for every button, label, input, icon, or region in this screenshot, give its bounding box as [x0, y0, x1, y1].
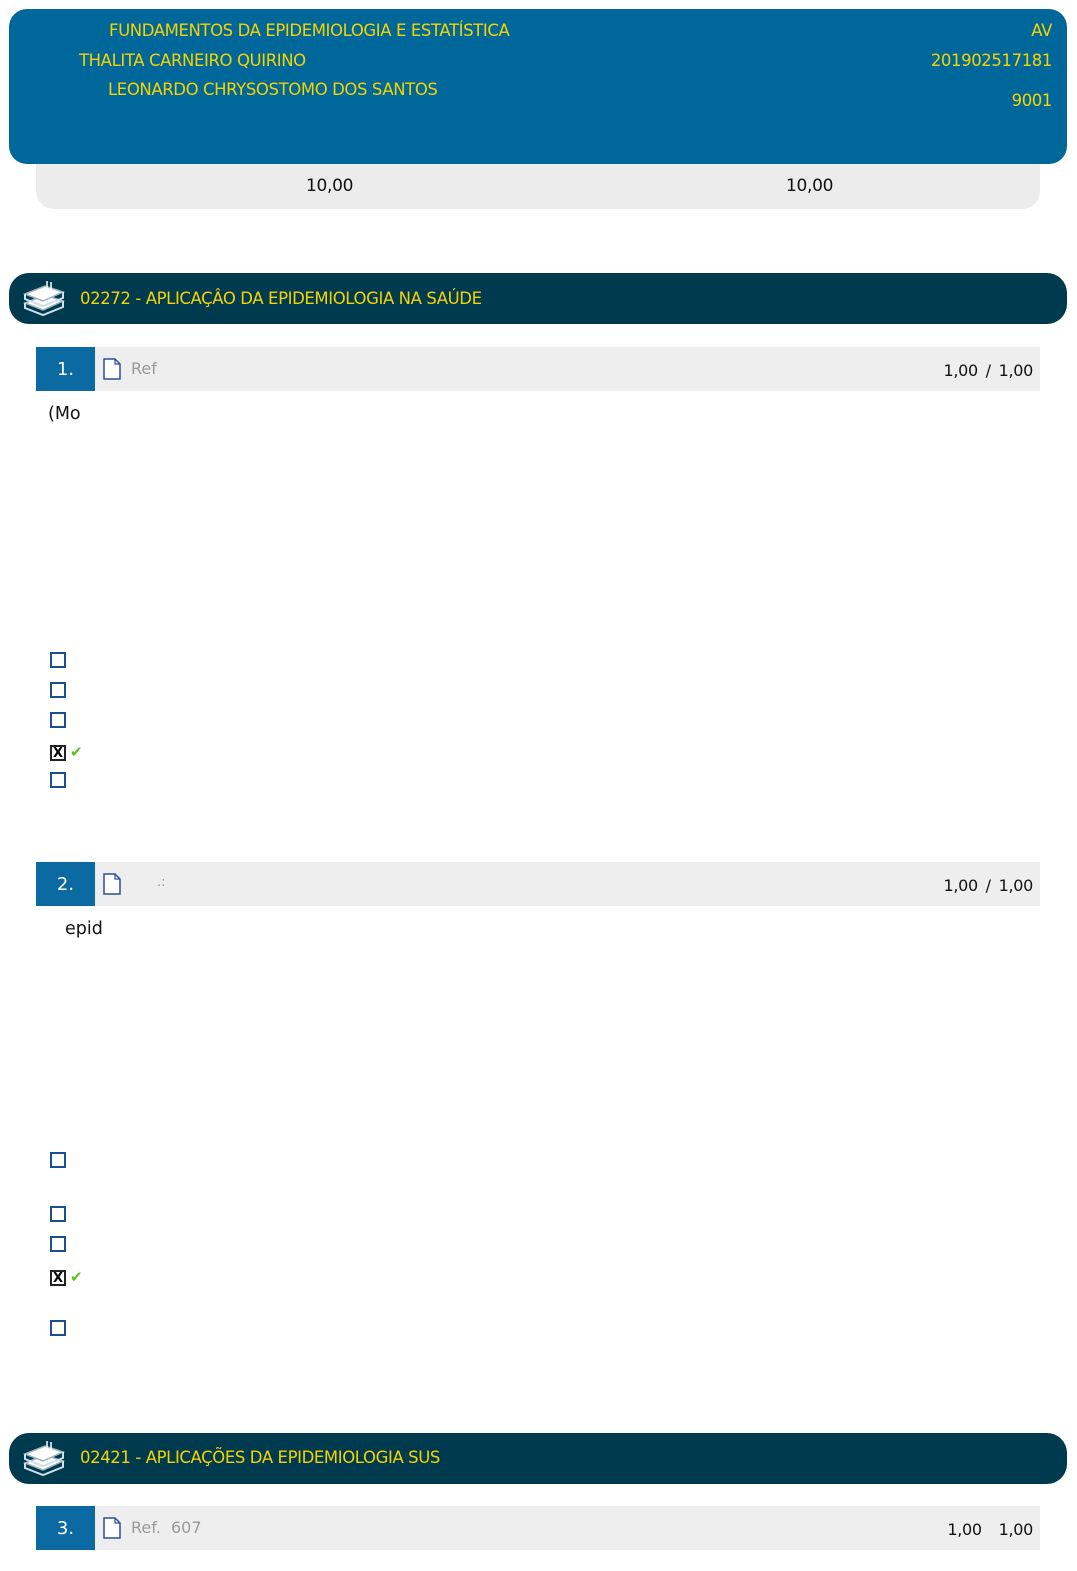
- score-left: 10,00: [306, 176, 354, 196]
- option-checkbox[interactable]: [50, 772, 66, 788]
- matricula: 201902517181: [930, 51, 1053, 70]
- question-text-2: epid: [65, 919, 103, 939]
- question-ref-3: Ref. 607: [131, 1518, 202, 1537]
- question-number-2: 2.: [36, 862, 95, 906]
- section-title-1: 02272 - APLICAÇÂO DA EPIDEMIOLOGIA NA SA…: [80, 289, 482, 308]
- books-icon: [22, 281, 66, 317]
- question-ref-2: .:: [157, 875, 166, 890]
- option-checkbox[interactable]: [50, 712, 66, 728]
- score-max: 1,00: [998, 361, 1034, 380]
- question-score-1: 1,00 / 1,00: [943, 361, 1033, 380]
- question-score-2: 1,00 / 1,00: [943, 876, 1033, 895]
- question-score-3: 1,00 1,00: [947, 1520, 1033, 1539]
- score-right: 10,00: [786, 176, 834, 196]
- option-checkbox[interactable]: [50, 1236, 66, 1252]
- question-bar-2: [36, 862, 1040, 906]
- books-icon: [22, 1441, 66, 1477]
- correct-check-icon: ✔: [70, 1268, 83, 1286]
- option-checkbox[interactable]: [50, 1152, 66, 1168]
- teacher-name: LEONARDO CHRYSOSTOMO DOS SANTOS: [108, 80, 438, 99]
- question-text-1: (Mo: [48, 404, 81, 424]
- question-bar-1: [36, 347, 1040, 391]
- score-max: 1,00: [998, 1520, 1034, 1539]
- option-checkbox[interactable]: [50, 1320, 66, 1336]
- option-checkbox[interactable]: [50, 682, 66, 698]
- option-checkbox[interactable]: [50, 1206, 66, 1222]
- document-icon[interactable]: [102, 873, 122, 895]
- score-obtained: 1,00: [943, 361, 978, 380]
- section-title-2: 02421 - APLICAÇÕES DA EPIDEMIOLOGIA SUS: [80, 1448, 441, 1467]
- correct-check-icon: ✔: [70, 743, 83, 761]
- option-checkbox[interactable]: [50, 652, 66, 668]
- score-bar: [36, 164, 1040, 209]
- score-obtained: 1,00: [943, 876, 978, 895]
- document-icon[interactable]: [102, 1517, 122, 1539]
- score-obtained: 1,00: [947, 1520, 982, 1539]
- course-name: FUNDAMENTOS DA EPIDEMIOLOGIA E ESTATÍSTI…: [109, 21, 510, 40]
- score-separator: /: [985, 876, 991, 895]
- question-ref-1: Ref: [131, 359, 157, 378]
- option-checkbox-selected[interactable]: X: [50, 1270, 66, 1286]
- student-name: THALITA CARNEIRO QUIRINO: [79, 51, 306, 70]
- exam-type: AV: [1031, 21, 1052, 40]
- score-max: 1,00: [998, 876, 1034, 895]
- question-number-1: 1.: [36, 347, 95, 391]
- question-number-3: 3.: [36, 1506, 95, 1550]
- option-checkbox-selected[interactable]: X: [50, 745, 66, 761]
- turma: 9001: [1011, 91, 1053, 110]
- document-icon[interactable]: [102, 358, 122, 380]
- score-separator: /: [985, 361, 991, 380]
